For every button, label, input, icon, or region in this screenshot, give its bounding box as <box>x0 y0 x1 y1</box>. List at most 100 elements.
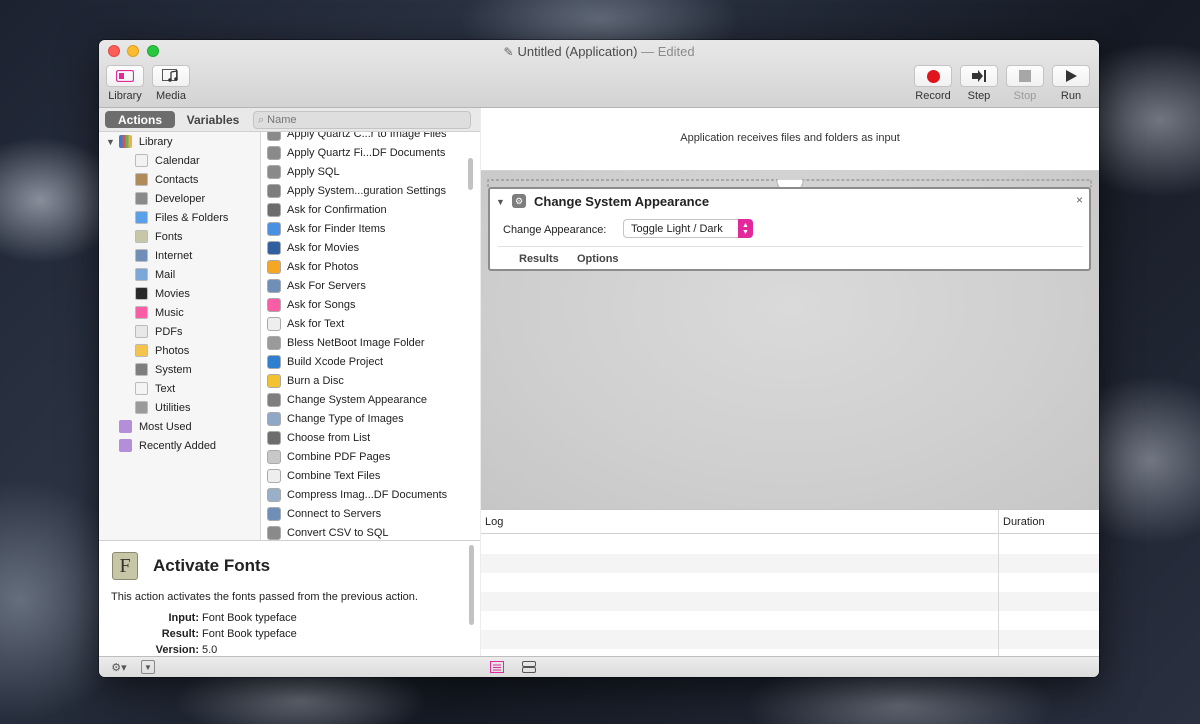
sidebar-item-mail[interactable]: Mail <box>99 265 260 284</box>
system-icon <box>135 363 148 376</box>
action-label: Connect to Servers <box>287 507 382 520</box>
smart-folder-icon <box>119 439 132 452</box>
action-item[interactable]: Bless NetBoot Image Folder <box>262 333 467 352</box>
description-text: This action activates the fonts passed f… <box>111 591 418 603</box>
contacts-icon <box>135 173 148 186</box>
fonts-app-icon: F <box>112 552 138 580</box>
action-item[interactable]: Combine Text Files <box>262 466 467 485</box>
list-view-icon <box>490 661 504 673</box>
sidebar-item-internet[interactable]: Internet <box>99 246 260 265</box>
developer-icon <box>135 192 148 205</box>
actions-scrollbar[interactable] <box>468 158 473 190</box>
description-scrollbar[interactable] <box>469 545 474 625</box>
sidebar-item-music[interactable]: Music <box>99 303 260 322</box>
sidebar-item-contacts[interactable]: Contacts <box>99 170 260 189</box>
window-title: ✎ Untitled (Application) — Edited <box>503 44 695 59</box>
action-label: Choose from List <box>287 431 371 444</box>
sidebar-icon <box>116 70 134 82</box>
sidebar-item-movies[interactable]: Movies <box>99 284 260 303</box>
movies-icon <box>135 287 148 300</box>
action-item[interactable]: Convert CSV to SQL <box>262 523 467 540</box>
change-appearance-value: Toggle Light / Dark <box>631 222 723 235</box>
variables-view-icon[interactable] <box>521 660 537 674</box>
action-icon <box>267 278 281 293</box>
action-label: Convert CSV to SQL <box>287 526 389 539</box>
media-button[interactable] <box>152 65 190 87</box>
action-item[interactable]: Change System Appearance <box>262 390 467 409</box>
sidebar-item-files-folders[interactable]: Files & Folders <box>99 208 260 227</box>
action-item[interactable]: Apply SQL <box>262 162 467 181</box>
search-input[interactable] <box>267 114 458 126</box>
record-button[interactable] <box>914 65 952 87</box>
action-item[interactable]: Ask for Text <box>262 314 467 333</box>
tab-variables[interactable]: Variables <box>179 111 247 128</box>
tab-actions[interactable]: Actions <box>105 111 175 128</box>
sidebar-item-label: Calendar <box>155 154 200 167</box>
results-tab[interactable]: Results <box>519 253 559 265</box>
action-title: Change System Appearance <box>534 194 710 209</box>
sidebar-item-photos[interactable]: Photos <box>99 341 260 360</box>
sidebar-item-text[interactable]: Text <box>99 379 260 398</box>
action-item[interactable]: Ask for Movies <box>262 238 467 257</box>
duration-column-header[interactable]: Duration <box>1003 516 1045 528</box>
sidebar-item-fonts[interactable]: Fonts <box>99 227 260 246</box>
action-item[interactable]: Apply Quartz C...r to Image Files <box>262 132 467 143</box>
action-icon <box>267 316 281 331</box>
show-description-icon[interactable]: ▼ <box>141 660 155 674</box>
options-tab[interactable]: Options <box>577 253 619 265</box>
action-item[interactable]: Ask for Songs <box>262 295 467 314</box>
library-toggle-button[interactable] <box>106 65 144 87</box>
action-item[interactable]: Change Type of Images <box>262 409 467 428</box>
action-item[interactable]: Choose from List <box>262 428 467 447</box>
sidebar-item-utilities[interactable]: Utilities <box>99 398 260 417</box>
sidebar-item-developer[interactable]: Developer <box>99 189 260 208</box>
record-label: Record <box>915 90 951 102</box>
sidebar-item-system[interactable]: System <box>99 360 260 379</box>
sidebar-item-recently-added[interactable]: Recently Added <box>99 436 260 455</box>
sidebar-item-pdfs[interactable]: PDFs <box>99 322 260 341</box>
sidebar-item-calendar[interactable]: Calendar <box>99 151 260 170</box>
close-action-icon[interactable]: × <box>1076 193 1083 207</box>
log-row <box>481 535 1099 554</box>
action-item[interactable]: Connect to Servers <box>262 504 467 523</box>
sidebar-item-most-used[interactable]: Most Used <box>99 417 260 436</box>
log-column-header[interactable]: Log <box>485 516 503 528</box>
action-label: Burn a Disc <box>287 374 344 387</box>
action-label: Ask for Movies <box>287 241 360 254</box>
action-label: Build Xcode Project <box>287 355 383 368</box>
sidebar-item-label: Recently Added <box>139 439 217 452</box>
action-item[interactable]: Ask for Finder Items <box>262 219 467 238</box>
gear-menu-icon[interactable]: ⚙▾ <box>108 660 130 674</box>
action-item[interactable]: Combine PDF Pages <box>262 447 467 466</box>
action-description-panel: F Activate Fonts This action activates t… <box>99 540 480 656</box>
finder-icon <box>135 211 148 224</box>
action-item[interactable]: Ask For Servers <box>262 276 467 295</box>
step-button[interactable] <box>960 65 998 87</box>
step-icon <box>972 70 986 82</box>
workflow-area[interactable]: ▼ ⚙ Change System Appearance × Change Ap… <box>481 171 1099 509</box>
action-item[interactable]: Compress Imag...DF Documents <box>262 485 467 504</box>
action-item[interactable]: Ask for Photos <box>262 257 467 276</box>
action-item[interactable]: Build Xcode Project <box>262 352 467 371</box>
pdf-icon <box>135 325 148 338</box>
log-row <box>481 630 1099 649</box>
change-system-appearance-action[interactable]: ▼ ⚙ Change System Appearance × Change Ap… <box>488 187 1091 271</box>
media-icon <box>162 69 178 82</box>
search-field[interactable]: ⌕ <box>253 111 471 129</box>
library-root-item[interactable]: ▼ Library <box>99 132 260 151</box>
action-item[interactable]: Burn a Disc <box>262 371 467 390</box>
sidebar-item-label: Contacts <box>155 173 199 186</box>
action-item[interactable]: Ask for Confirmation <box>262 200 467 219</box>
action-icon <box>267 297 281 312</box>
disclosure-triangle-icon[interactable]: ▼ <box>106 137 115 147</box>
collapse-triangle-icon[interactable]: ▼ <box>496 197 505 207</box>
log-view-icon[interactable] <box>489 660 505 674</box>
action-label: Combine Text Files <box>287 469 381 482</box>
run-button[interactable] <box>1052 65 1090 87</box>
stop-button[interactable] <box>1006 65 1044 87</box>
action-label: Ask for Photos <box>287 260 359 273</box>
change-appearance-select[interactable]: Toggle Light / Dark ▲ ▼ <box>623 219 753 238</box>
action-item[interactable]: Apply System...guration Settings <box>262 181 467 200</box>
library-tabs-row: Actions Variables ⌕ <box>99 108 480 132</box>
action-item[interactable]: Apply Quartz Fi...DF Documents <box>262 143 467 162</box>
